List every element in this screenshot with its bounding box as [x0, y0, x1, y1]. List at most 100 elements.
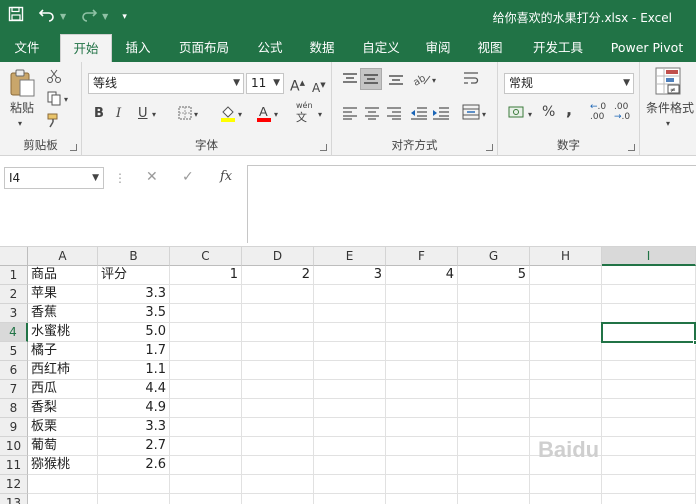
- cell-f5[interactable]: [386, 342, 458, 361]
- cell-i1[interactable]: [602, 266, 696, 285]
- cell-d1[interactable]: 2: [242, 266, 314, 285]
- cell-g8[interactable]: [458, 399, 530, 418]
- column-header-d[interactable]: D: [242, 247, 314, 266]
- comma-style-button[interactable]: ,: [566, 102, 572, 118]
- row-header-1[interactable]: 1: [0, 266, 28, 285]
- wrap-text-icon[interactable]: [462, 70, 480, 93]
- cell-e8[interactable]: [314, 399, 386, 418]
- row-header-3[interactable]: 3: [0, 304, 28, 323]
- cell-d11[interactable]: [242, 456, 314, 475]
- cell-a5[interactable]: 橘子: [28, 342, 98, 361]
- redo-icon[interactable]: [80, 6, 98, 27]
- tab-data[interactable]: 数据: [300, 34, 344, 62]
- cell-f9[interactable]: [386, 418, 458, 437]
- cell-d12[interactable]: [242, 475, 314, 494]
- cell-i3[interactable]: [602, 304, 696, 323]
- cell-h8[interactable]: [530, 399, 602, 418]
- cell-g6[interactable]: [458, 361, 530, 380]
- cell-h9[interactable]: [530, 418, 602, 437]
- cell-a11[interactable]: 猕猴桃: [28, 456, 98, 475]
- select-all-button[interactable]: [0, 247, 28, 266]
- cell-e3[interactable]: [314, 304, 386, 323]
- cell-e4[interactable]: [314, 323, 386, 342]
- cell-e2[interactable]: [314, 285, 386, 304]
- tab-formulas[interactable]: 公式: [248, 34, 292, 62]
- increase-indent-icon[interactable]: [432, 106, 450, 125]
- cell-h12[interactable]: [530, 475, 602, 494]
- column-header-b[interactable]: B: [98, 247, 170, 266]
- cell-d10[interactable]: [242, 437, 314, 456]
- paste-dropdown-icon[interactable]: ▾: [18, 116, 22, 132]
- decrease-decimal-icon[interactable]: .00 →.0: [614, 102, 630, 122]
- fill-color-dropdown-icon[interactable]: ▾: [238, 107, 242, 123]
- cell-d7[interactable]: [242, 380, 314, 399]
- cell-i13[interactable]: [602, 494, 696, 504]
- cell-f1[interactable]: 4: [386, 266, 458, 285]
- cell-d4[interactable]: [242, 323, 314, 342]
- cell-e7[interactable]: [314, 380, 386, 399]
- font-size-combo[interactable]: 11 ▼: [246, 73, 284, 94]
- formula-input[interactable]: [247, 165, 696, 243]
- orientation-dropdown-icon[interactable]: ▾: [432, 73, 436, 89]
- cell-d8[interactable]: [242, 399, 314, 418]
- conditional-dropdown-icon[interactable]: ▾: [666, 116, 670, 132]
- number-launcher-icon[interactable]: [628, 144, 635, 151]
- cell-d2[interactable]: [242, 285, 314, 304]
- tab-file[interactable]: 文件: [4, 34, 50, 62]
- cell-c2[interactable]: [170, 285, 242, 304]
- tab-developer[interactable]: 开发工具: [524, 34, 592, 62]
- orientation-icon[interactable]: ab: [411, 70, 432, 93]
- font-name-combo[interactable]: 等线 ▼: [88, 73, 244, 94]
- decrease-indent-icon[interactable]: [410, 106, 428, 125]
- underline-button[interactable]: U: [138, 106, 148, 122]
- cell-a12[interactable]: [28, 475, 98, 494]
- borders-icon[interactable]: [178, 106, 192, 125]
- cell-h7[interactable]: [530, 380, 602, 399]
- align-center-icon[interactable]: [364, 106, 380, 125]
- cell-a8[interactable]: 香梨: [28, 399, 98, 418]
- row-header-10[interactable]: 10: [0, 437, 28, 456]
- row-header-5[interactable]: 5: [0, 342, 28, 361]
- conditional-formatting-label[interactable]: 条件格式: [646, 100, 694, 116]
- cell-g4[interactable]: [458, 323, 530, 342]
- cell-c1[interactable]: 1: [170, 266, 242, 285]
- cell-f2[interactable]: [386, 285, 458, 304]
- row-header-13[interactable]: 13: [0, 494, 28, 504]
- copy-icon[interactable]: [46, 90, 62, 111]
- cell-g11[interactable]: [458, 456, 530, 475]
- save-icon[interactable]: [8, 6, 24, 27]
- cell-i7[interactable]: [602, 380, 696, 399]
- cell-c4[interactable]: [170, 323, 242, 342]
- cell-f3[interactable]: [386, 304, 458, 323]
- merge-dropdown-icon[interactable]: ▾: [482, 107, 486, 123]
- clipboard-launcher-icon[interactable]: [70, 144, 77, 151]
- tab-insert[interactable]: 插入: [116, 34, 160, 62]
- name-box[interactable]: I4 ▼: [4, 167, 104, 189]
- copy-dropdown-icon[interactable]: ▾: [64, 92, 68, 108]
- align-bottom-icon[interactable]: [388, 72, 404, 91]
- percent-style-button[interactable]: %: [542, 104, 555, 120]
- cell-g3[interactable]: [458, 304, 530, 323]
- cell-g13[interactable]: [458, 494, 530, 504]
- column-header-h[interactable]: H: [530, 247, 602, 266]
- cut-icon[interactable]: [46, 68, 62, 89]
- row-header-2[interactable]: 2: [0, 285, 28, 304]
- cell-c7[interactable]: [170, 380, 242, 399]
- cell-e1[interactable]: 3: [314, 266, 386, 285]
- cell-e12[interactable]: [314, 475, 386, 494]
- borders-dropdown-icon[interactable]: ▾: [194, 107, 198, 123]
- cell-f13[interactable]: [386, 494, 458, 504]
- cell-h2[interactable]: [530, 285, 602, 304]
- cell-b9[interactable]: 3.3: [98, 418, 170, 437]
- paste-icon[interactable]: [8, 68, 36, 103]
- cell-b7[interactable]: 4.4: [98, 380, 170, 399]
- confirm-entry-icon[interactable]: ✓: [182, 169, 194, 185]
- cell-b2[interactable]: 3.3: [98, 285, 170, 304]
- cell-d13[interactable]: [242, 494, 314, 504]
- cell-b8[interactable]: 4.9: [98, 399, 170, 418]
- cell-g12[interactable]: [458, 475, 530, 494]
- phonetic-dropdown-icon[interactable]: ▾: [318, 107, 322, 123]
- alignment-launcher-icon[interactable]: [486, 144, 493, 151]
- cell-g1[interactable]: 5: [458, 266, 530, 285]
- cell-e10[interactable]: [314, 437, 386, 456]
